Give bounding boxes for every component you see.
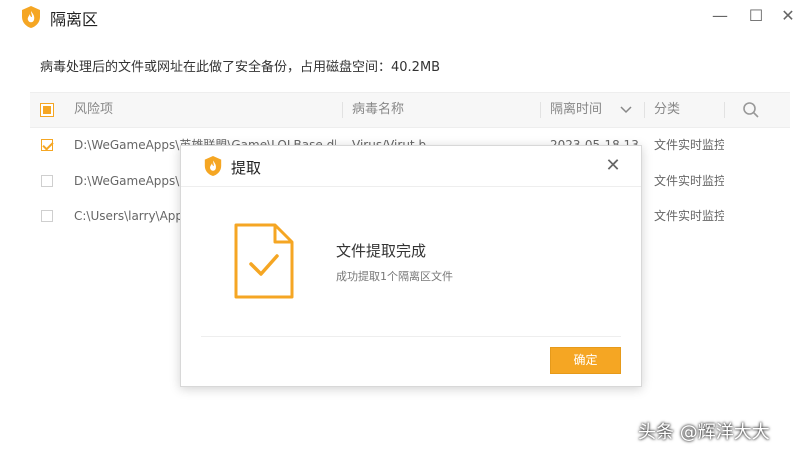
select-all-checkbox[interactable] (40, 103, 54, 117)
column-divider[interactable] (540, 102, 541, 118)
message-subtitle: 成功提取1个隔离区文件 (336, 270, 453, 283)
row-category: 文件实时监控 (654, 209, 724, 223)
search-icon[interactable] (742, 101, 760, 119)
header-quarantine-time[interactable]: 隔离时间 (550, 93, 602, 127)
chevron-down-icon[interactable] (620, 105, 632, 115)
column-divider[interactable] (644, 102, 645, 118)
header-risk-item[interactable]: 风险项 (74, 93, 113, 127)
table-header: 风险项 病毒名称 隔离时间 分类 (30, 92, 790, 128)
row-category: 文件实时监控 (654, 138, 724, 152)
column-divider[interactable] (342, 102, 343, 118)
header-virus-name[interactable]: 病毒名称 (352, 93, 404, 127)
extract-dialog: 提取 ✕ 文件提取完成 成功提取1个隔离区文件 确定 (180, 145, 642, 387)
close-window-button[interactable]: ✕ (776, 5, 800, 27)
dialog-close-button[interactable]: ✕ (601, 154, 625, 178)
dialog-divider (201, 336, 621, 337)
title-bar: 隔离区 — ☐ ✕ (0, 0, 800, 34)
row-checkbox[interactable] (41, 210, 53, 222)
message-title: 文件提取完成 (336, 242, 427, 260)
row-category: 文件实时监控 (654, 174, 724, 188)
confirm-button[interactable]: 确定 (550, 347, 621, 374)
row-checkbox[interactable] (41, 139, 53, 151)
header-category[interactable]: 分类 (654, 93, 680, 127)
row-checkbox[interactable] (41, 175, 53, 187)
window-title: 隔离区 (50, 10, 99, 29)
shield-flame-logo-icon (22, 6, 40, 28)
disk-usage-summary: 病毒处理后的文件或网址在此做了安全备份，占用磁盘空间：40.2MB (40, 60, 441, 75)
dialog-header: 提取 ✕ (181, 146, 641, 187)
column-divider[interactable] (724, 102, 725, 118)
minimize-button[interactable]: — (708, 5, 732, 27)
dialog-title: 提取 (231, 159, 262, 177)
maximize-button[interactable]: ☐ (744, 5, 768, 27)
shield-flame-logo-icon (204, 156, 222, 176)
watermark-text: 头条 @辉洋大大 (638, 422, 770, 443)
file-check-icon (234, 223, 294, 299)
